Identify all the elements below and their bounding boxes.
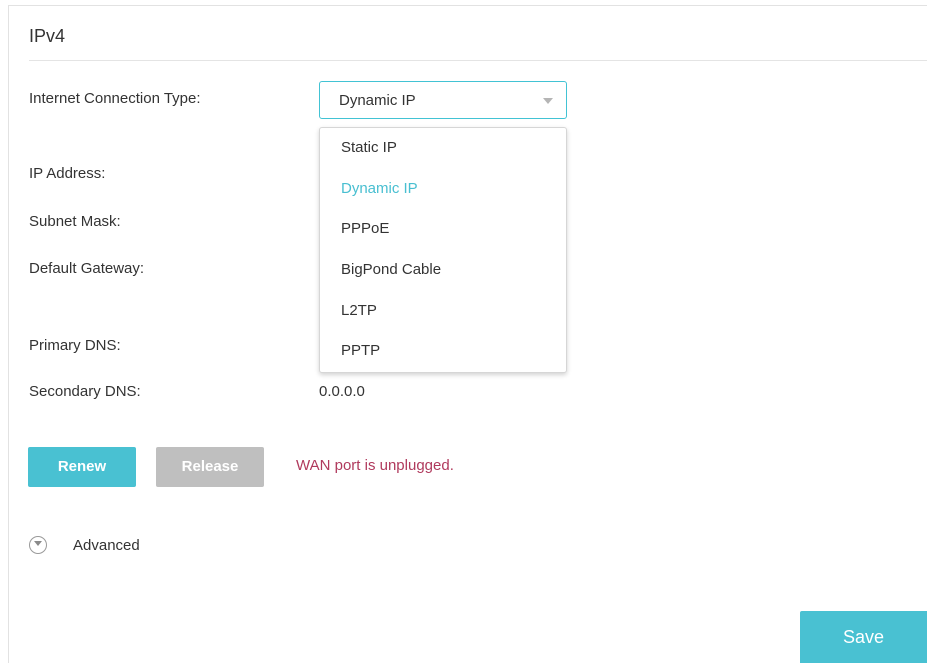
ip-address-label: IP Address: [29, 165, 106, 182]
option-dynamic-ip[interactable]: Dynamic IP [341, 180, 418, 197]
connection-type-selected-value: Dynamic IP [339, 92, 416, 109]
secondary-dns-value: 0.0.0.0 [319, 383, 365, 400]
release-button[interactable]: Release [156, 447, 264, 487]
connection-type-select[interactable]: Dynamic IP [319, 81, 567, 119]
chevron-down-icon [543, 98, 553, 104]
connection-type-dropdown: Static IP Dynamic IP PPPoE BigPond Cable… [319, 127, 567, 373]
advanced-label: Advanced [73, 537, 140, 554]
option-static-ip[interactable]: Static IP [341, 139, 397, 156]
chevron-down-circle-icon [29, 536, 47, 554]
secondary-dns-label: Secondary DNS: [29, 383, 141, 400]
primary-dns-label: Primary DNS: [29, 337, 121, 354]
option-l2tp[interactable]: L2TP [341, 302, 377, 319]
option-bigpond-cable[interactable]: BigPond Cable [341, 261, 441, 278]
option-pptp[interactable]: PPTP [341, 342, 380, 359]
connection-type-label: Internet Connection Type: [29, 90, 201, 107]
ipv4-panel: IPv4 Internet Connection Type: Dynamic I… [8, 5, 927, 663]
option-pppoe[interactable]: PPPoE [341, 220, 389, 237]
subnet-mask-label: Subnet Mask: [29, 213, 121, 230]
wan-status-message: WAN port is unplugged. [296, 457, 454, 474]
save-button[interactable]: Save [800, 611, 927, 663]
section-title: IPv4 [29, 26, 66, 46]
default-gateway-label: Default Gateway: [29, 260, 145, 277]
title-divider [29, 60, 927, 61]
renew-button[interactable]: Renew [28, 447, 136, 487]
